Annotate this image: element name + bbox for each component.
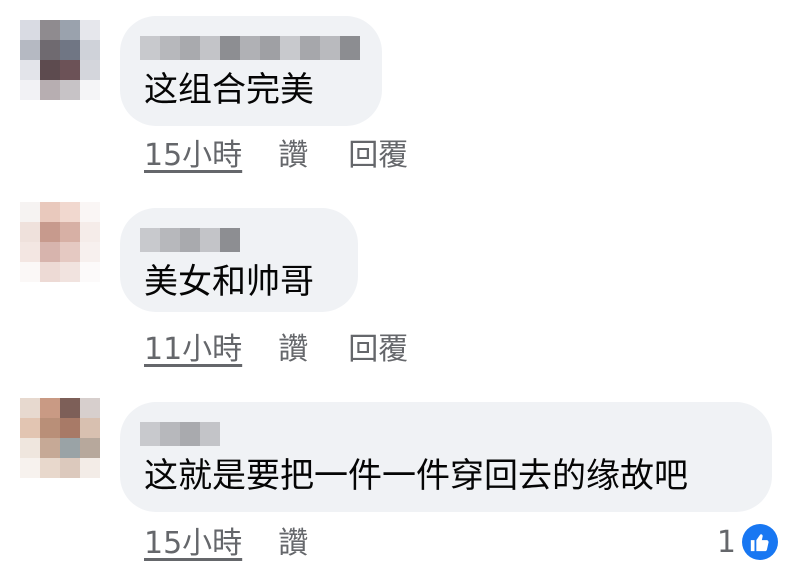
avatar-pixel (40, 242, 60, 262)
comment-1: 这组合完美 15小時 讚 回覆 (0, 0, 800, 190)
like-button[interactable]: 讚 (278, 526, 308, 562)
avatar-pixel (80, 60, 100, 80)
comment-2: 美女和帅哥 11小時 讚 回覆 (0, 190, 800, 380)
avatar-pixel (60, 242, 80, 262)
avatar-pixel (60, 418, 80, 438)
comment-actions: 11小時 讚 回覆 (144, 332, 408, 368)
avatar[interactable] (20, 398, 100, 478)
avatar-pixel (20, 262, 40, 282)
like-button[interactable]: 讚 (278, 332, 308, 368)
reply-button[interactable]: 回覆 (348, 138, 408, 174)
avatar-pixel (60, 262, 80, 282)
avatar-pixel (40, 458, 60, 478)
avatar-pixel (40, 418, 60, 438)
comment-bubble: 这组合完美 (120, 16, 382, 126)
avatar-pixel (20, 242, 40, 262)
avatar-pixel (60, 222, 80, 242)
avatar-pixel (80, 202, 100, 222)
name-blur-pixel (180, 422, 200, 446)
avatar-pixel (80, 242, 100, 262)
name-blur-pixel (260, 36, 280, 60)
avatar-pixel (40, 398, 60, 418)
avatar-pixel (40, 438, 60, 458)
avatar[interactable] (20, 20, 100, 100)
comment-timestamp[interactable]: 15小時 (144, 138, 242, 174)
avatar-pixel (40, 222, 60, 242)
commenter-name-blurred[interactable] (140, 422, 220, 446)
avatar-pixel (80, 398, 100, 418)
avatar-pixel (20, 438, 40, 458)
name-blur-pixel (200, 422, 220, 446)
comment-timestamp[interactable]: 15小時 (144, 526, 242, 562)
avatar-pixel (80, 418, 100, 438)
avatar-pixel (80, 458, 100, 478)
avatar-pixel (20, 40, 40, 60)
avatar-pixel (80, 438, 100, 458)
name-blur-pixel (280, 36, 300, 60)
name-blur-pixel (220, 36, 240, 60)
avatar-pixel (20, 20, 40, 40)
avatar-pixel (80, 222, 100, 242)
avatar-pixel (40, 40, 60, 60)
name-blur-pixel (160, 228, 180, 252)
name-blur-pixel (180, 228, 200, 252)
name-blur-pixel (240, 36, 260, 60)
avatar-pixel (20, 60, 40, 80)
avatar[interactable] (20, 202, 100, 282)
avatar-pixel (40, 202, 60, 222)
name-blur-pixel (140, 228, 160, 252)
name-blur-pixel (300, 36, 320, 60)
name-blur-pixel (160, 422, 180, 446)
reply-button[interactable]: 回覆 (348, 332, 408, 368)
avatar-pixel (40, 60, 60, 80)
like-button[interactable]: 讚 (278, 138, 308, 174)
comment-bubble: 美女和帅哥 (120, 208, 358, 312)
name-blur-pixel (220, 228, 240, 252)
avatar-pixel (60, 80, 80, 100)
comment-bubble: 这就是要把一件一件穿回去的缘故吧 (120, 402, 772, 512)
name-blur-pixel (180, 36, 200, 60)
avatar-pixel (40, 20, 60, 40)
commenter-name-blurred[interactable] (140, 36, 360, 60)
name-blur-pixel (140, 36, 160, 60)
avatar-pixel (60, 458, 80, 478)
avatar-pixel (20, 458, 40, 478)
avatar-pixel (80, 40, 100, 60)
comment-actions: 15小時 讚 (144, 526, 348, 562)
avatar-pixel (40, 80, 60, 100)
avatar-pixel (60, 202, 80, 222)
avatar-pixel (60, 20, 80, 40)
avatar-pixel (20, 222, 40, 242)
name-blur-pixel (340, 36, 360, 60)
avatar-pixel (80, 262, 100, 282)
name-blur-pixel (320, 36, 340, 60)
reaction-count: 1 (716, 524, 736, 560)
avatar-pixel (80, 20, 100, 40)
reaction-summary[interactable]: 1 (717, 524, 778, 560)
avatar-pixel (20, 418, 40, 438)
comment-3: 这就是要把一件一件穿回去的缘故吧 15小時 讚 1 (0, 380, 800, 572)
avatar-pixel (20, 202, 40, 222)
name-blur-pixel (200, 228, 220, 252)
name-blur-pixel (200, 36, 220, 60)
like-reaction-icon (742, 524, 778, 560)
avatar-pixel (60, 438, 80, 458)
avatar-pixel (20, 80, 40, 100)
comment-text: 美女和帅哥 (144, 262, 314, 302)
commenter-name-blurred[interactable] (140, 228, 240, 252)
comment-text: 这组合完美 (144, 70, 314, 110)
name-blur-pixel (160, 36, 180, 60)
comment-actions: 15小時 讚 回覆 (144, 138, 408, 174)
avatar-pixel (80, 80, 100, 100)
name-blur-pixel (140, 422, 160, 446)
avatar-pixel (60, 40, 80, 60)
avatar-pixel (60, 398, 80, 418)
avatar-pixel (40, 262, 60, 282)
comment-text: 这就是要把一件一件穿回去的缘故吧 (144, 456, 688, 496)
comment-timestamp[interactable]: 11小時 (144, 332, 242, 368)
avatar-pixel (20, 398, 40, 418)
avatar-pixel (60, 60, 80, 80)
